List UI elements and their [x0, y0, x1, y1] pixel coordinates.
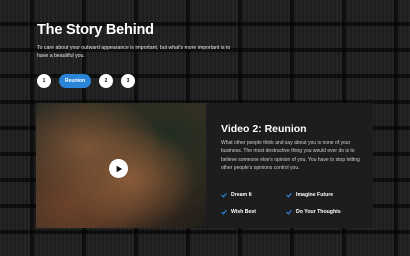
feature-item: Imagine Future	[286, 192, 333, 198]
video-tabs: 1 Reunion 2 3	[37, 74, 143, 88]
feature-item: Wish Best	[221, 209, 256, 215]
feature-label: Do Your Thoughts	[296, 209, 341, 215]
video-description: What other people think and say about yo…	[221, 140, 360, 171]
tab-2[interactable]: 2	[99, 74, 113, 88]
video-thumbnail[interactable]	[36, 103, 206, 228]
tab-1[interactable]: 1	[37, 74, 51, 88]
feature-label: Wish Best	[231, 209, 257, 215]
feature-item: Dream It	[221, 192, 252, 198]
check-icon	[286, 209, 292, 215]
play-button[interactable]	[109, 159, 128, 178]
check-icon	[221, 209, 227, 215]
video-title: Video 2: Reunion	[221, 123, 307, 135]
video-info-card: Video 2: Reunion What other people think…	[206, 103, 373, 228]
check-icon	[221, 192, 227, 198]
feature-item: Do Your Thoughts	[286, 209, 341, 215]
feature-label: Dream It	[231, 192, 252, 198]
feature-label: Imagine Future	[296, 192, 334, 198]
check-icon	[286, 192, 292, 198]
tab-3[interactable]: 3	[121, 74, 135, 88]
intro-text: To care about your outward appearance is…	[37, 45, 231, 60]
tab-reunion[interactable]: Reunion	[59, 74, 91, 88]
play-icon	[116, 165, 122, 172]
page-title: The Story Behind	[37, 22, 154, 38]
